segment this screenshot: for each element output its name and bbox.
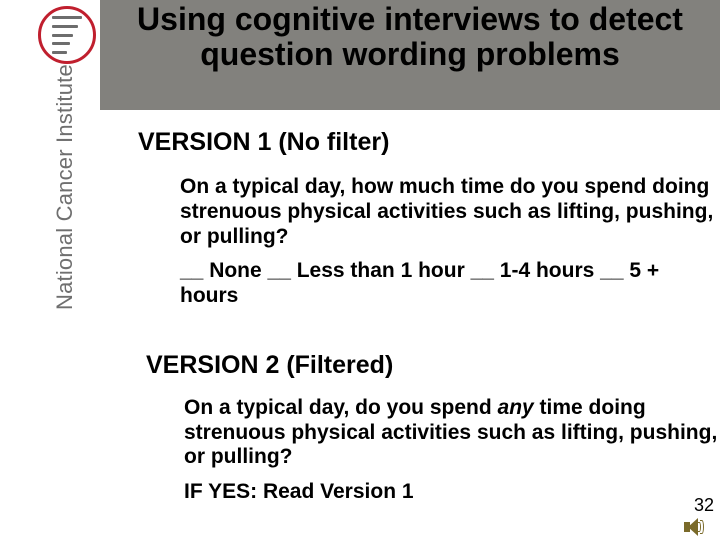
version1-options: __ None __ Less than 1 hour __ 1-4 hours… (180, 259, 720, 309)
version2-ifyes: IF YES: Read Version 1 (184, 480, 720, 504)
page-number: 32 (694, 495, 714, 516)
nci-logo (38, 6, 96, 64)
speaker-icon[interactable] (684, 518, 704, 536)
version1-question: On a typical day, how much time do you s… (180, 175, 720, 249)
org-name: National Cancer Institute (52, 64, 78, 310)
sidebar: National Cancer Institute (0, 0, 100, 540)
slide-title: Using cognitive interviews to detect que… (100, 2, 720, 72)
version2-header: VERSION 2 (Filtered) (146, 351, 720, 380)
slide: National Cancer Institute Using cognitiv… (0, 0, 720, 540)
title-band: Using cognitive interviews to detect que… (100, 0, 720, 110)
version2-question: On a typical day, do you spend any time … (184, 396, 720, 470)
version2-q-before: On a typical day, do you spend (184, 396, 498, 419)
version2-q-italic: any (498, 396, 534, 419)
version1-header: VERSION 1 (No filter) (138, 128, 720, 157)
content-area: VERSION 1 (No filter) On a typical day, … (110, 110, 720, 504)
